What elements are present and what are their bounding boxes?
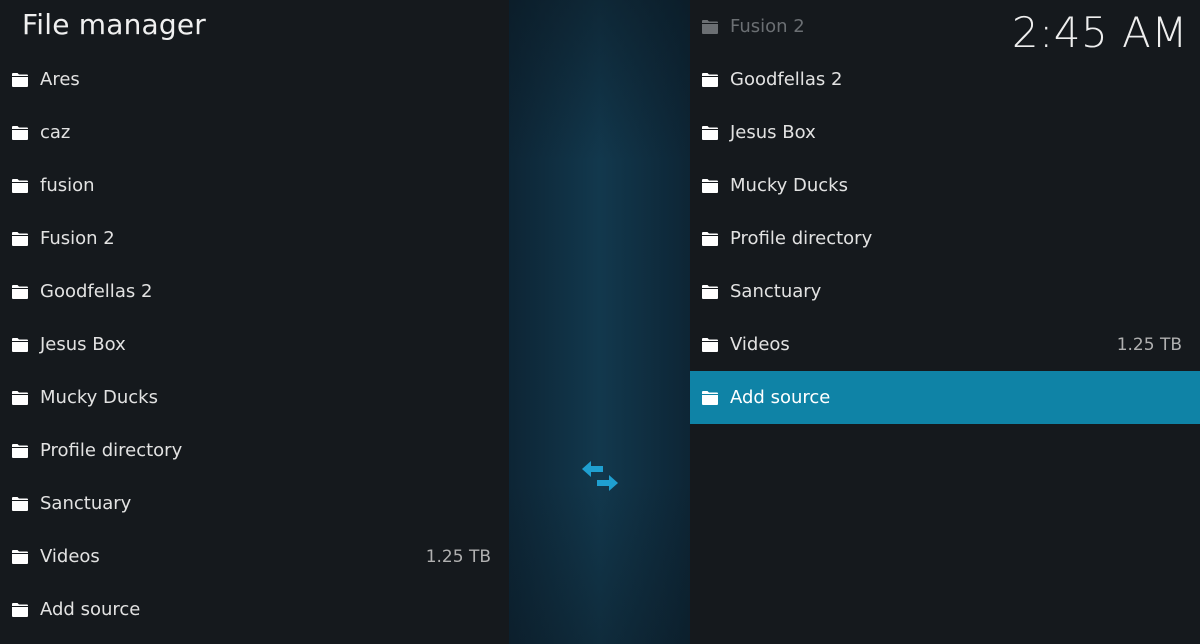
- item-label: Sanctuary: [730, 281, 822, 302]
- folder-icon: [12, 125, 28, 140]
- right-file-list: Fusion 2 Goodfellas 2 Jesus Box Mucky Du…: [690, 0, 1200, 424]
- item-label: Jesus Box: [730, 122, 816, 143]
- folder-icon: [12, 72, 28, 87]
- item-label: Goodfellas 2: [730, 69, 843, 90]
- folder-icon: [12, 496, 28, 511]
- item-label: Videos: [730, 334, 790, 355]
- clock: 2:45 AM: [1011, 8, 1188, 57]
- left-list-item[interactable]: Goodfellas 2: [0, 265, 509, 318]
- item-label: Mucky Ducks: [40, 387, 158, 408]
- left-file-list: Ares caz fusion Fusion 2 Goodfellas 2 Je…: [0, 53, 509, 636]
- item-label: Profile directory: [730, 228, 873, 249]
- folder-icon: [12, 390, 28, 405]
- left-list-item[interactable]: Videos 1.25 TB: [0, 530, 509, 583]
- item-label: fusion: [40, 175, 95, 196]
- left-list-item[interactable]: Jesus Box: [0, 318, 509, 371]
- right-list-item-selected[interactable]: Add source: [690, 371, 1200, 424]
- item-label: Add source: [40, 599, 141, 620]
- folder-icon: [12, 549, 28, 564]
- item-label: Jesus Box: [40, 334, 126, 355]
- item-label: Videos: [40, 546, 100, 567]
- right-list-item[interactable]: Sanctuary: [690, 265, 1200, 318]
- folder-icon: [702, 390, 718, 405]
- left-list-item[interactable]: Add source: [0, 583, 509, 636]
- right-list-item[interactable]: Profile directory: [690, 212, 1200, 265]
- right-list-item[interactable]: Goodfellas 2: [690, 53, 1200, 106]
- folder-icon: [702, 125, 718, 140]
- item-label: Sanctuary: [40, 493, 132, 514]
- item-label: caz: [40, 122, 71, 143]
- swap-panes-icon[interactable]: [579, 456, 621, 498]
- folder-icon: [12, 443, 28, 458]
- folder-icon: [702, 178, 718, 193]
- left-pane: File manager Ares caz fusion Fusion 2 Go…: [0, 0, 509, 644]
- folder-icon: [12, 231, 28, 246]
- item-size: 1.25 TB: [425, 546, 491, 567]
- left-list-item[interactable]: Sanctuary: [0, 477, 509, 530]
- right-list-item[interactable]: Videos 1.25 TB: [690, 318, 1200, 371]
- item-label: Mucky Ducks: [730, 175, 848, 196]
- item-size: 1.25 TB: [1116, 334, 1182, 355]
- folder-icon: [702, 337, 718, 352]
- folder-icon: [702, 72, 718, 87]
- folder-icon: [702, 231, 718, 246]
- page-title: File manager: [22, 8, 207, 41]
- left-list-item[interactable]: fusion: [0, 159, 509, 212]
- folder-icon: [12, 602, 28, 617]
- folder-icon: [12, 337, 28, 352]
- item-label: Add source: [730, 387, 831, 408]
- left-list-item[interactable]: Profile directory: [0, 424, 509, 477]
- right-list-item[interactable]: Jesus Box: [690, 106, 1200, 159]
- file-manager-window: File manager Ares caz fusion Fusion 2 Go…: [0, 0, 1200, 644]
- item-label: Profile directory: [40, 440, 183, 461]
- item-label: Fusion 2: [40, 228, 115, 249]
- pane-divider: [509, 0, 690, 644]
- item-label: Ares: [40, 69, 80, 90]
- left-list-item[interactable]: caz: [0, 106, 509, 159]
- folder-icon: [12, 284, 28, 299]
- left-list-item[interactable]: Fusion 2: [0, 212, 509, 265]
- right-list-item[interactable]: Mucky Ducks: [690, 159, 1200, 212]
- folder-icon: [702, 19, 718, 34]
- left-list-item[interactable]: Mucky Ducks: [0, 371, 509, 424]
- left-list-item[interactable]: Ares: [0, 53, 509, 106]
- folder-icon: [12, 178, 28, 193]
- right-pane: Fusion 2 Goodfellas 2 Jesus Box Mucky Du…: [690, 0, 1200, 644]
- folder-icon: [702, 284, 718, 299]
- item-label: Goodfellas 2: [40, 281, 153, 302]
